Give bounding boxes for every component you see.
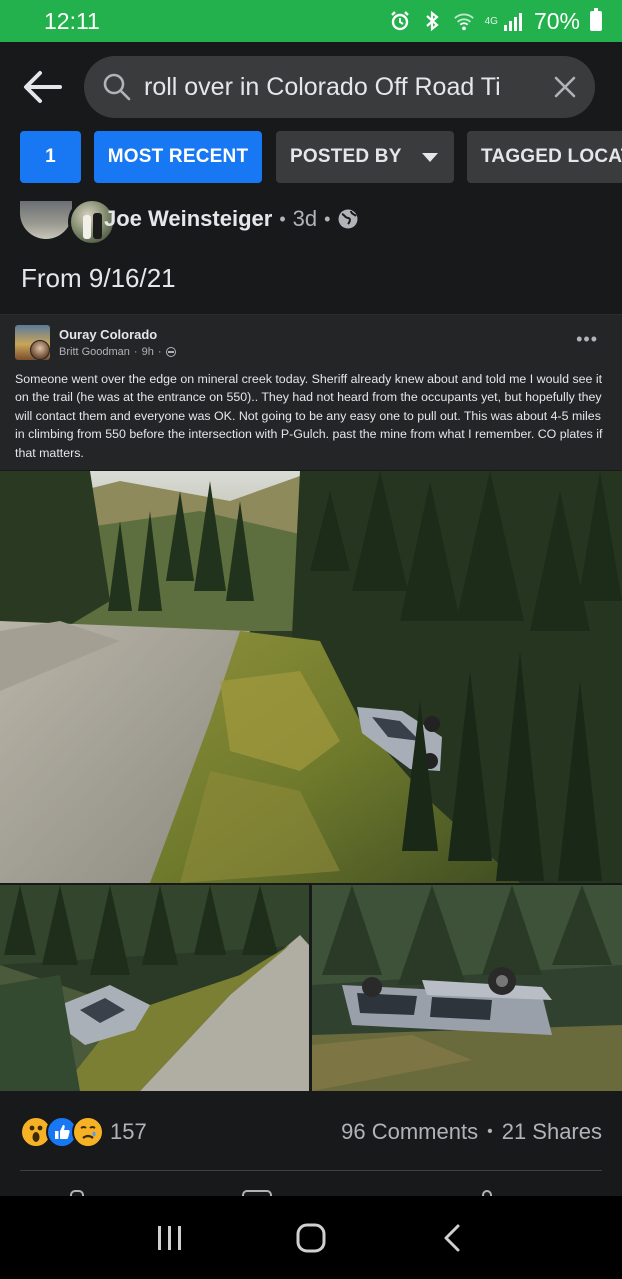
tagged-location-chip[interactable]: TAGGED LOCATION [467,131,622,183]
recent-apps-button[interactable] [140,1208,200,1268]
wifi-icon [453,10,475,32]
shared-post-header: Ouray Colorado Britt Goodman · 9h · ••• … [0,315,622,470]
more-options-icon: ••• [576,329,598,349]
post-header: Joe Weinsteiger • 3d • [0,196,622,246]
search-icon [103,73,131,101]
shares-count[interactable]: 21 Shares [502,1119,602,1145]
engagement-summary: 96 Comments • 21 Shares [341,1119,602,1145]
caret-down-icon [421,152,438,162]
search-header: roll over in Colorado Off Road Ti [0,42,622,132]
search-input[interactable]: roll over in Colorado Off Road Ti [84,56,595,118]
post-time[interactable]: 3d [293,206,317,232]
tagged-location-label: TAGGED LOCATION [481,146,622,167]
meta-separator: · [157,346,162,358]
search-query: roll over in Colorado Off Road Ti [144,72,501,101]
post-photo-main[interactable] [0,471,622,883]
sad-reaction-icon [72,1116,104,1148]
reaction-icons[interactable] [20,1116,106,1148]
meta-separator: • [324,208,331,229]
shared-post-meta: Britt Goodman · 9h · [59,346,176,358]
back-arrow-icon [24,71,62,103]
shared-post-body: Someone went over the edge on mineral cr… [15,372,603,460]
recent-apps-icon [158,1225,182,1250]
back-nav-button[interactable] [422,1208,482,1268]
author-name[interactable]: Joe Weinsteiger [104,206,272,232]
most-recent-chip[interactable]: MOST RECENT [94,131,262,183]
status-time: 12:11 [44,7,100,34]
avatar[interactable] [20,198,116,246]
back-button[interactable] [0,42,84,132]
group-avatar [15,325,50,360]
clear-search-button[interactable] [549,71,581,103]
home-button[interactable] [281,1208,341,1268]
globe-icon [338,209,358,229]
status-icons: 4G 70% [389,8,602,35]
network-type: 4G [484,15,498,27]
meta-separator: • [487,1123,493,1140]
close-icon [554,76,576,98]
group-name: Ouray Colorado [59,327,158,342]
shared-post-card[interactable]: Ouray Colorado Britt Goodman · 9h · ••• … [0,314,622,1091]
bluetooth-icon [421,10,443,32]
comments-count[interactable]: 96 Comments [341,1119,478,1145]
meta-separator: • [279,208,286,229]
divider [20,1170,602,1171]
avatar-back [20,201,72,239]
system-nav-bar [0,1196,622,1279]
filter-row: 1 MOST RECENT POSTED BY TAGGED LOCATION [0,131,622,185]
meta-separator: · [133,346,138,358]
reaction-count[interactable]: 157 [110,1119,147,1145]
filter-count-chip[interactable]: 1 [20,131,81,183]
shared-time: 9h [141,346,154,358]
posted-by-chip[interactable]: POSTED BY [276,131,454,183]
signal-icon [502,10,524,32]
battery-percent: 70% [533,7,580,34]
post-photo-right[interactable] [312,885,622,1091]
chevron-left-icon [444,1224,460,1251]
reactions-row: 157 96 Comments • 21 Shares [0,1110,622,1154]
post-text: From 9/16/21 [21,263,176,293]
filter-count-label: 1 [45,146,56,167]
post-meta: Joe Weinsteiger • 3d • [104,206,359,232]
posted-by-label: POSTED BY [290,146,402,167]
battery-icon [590,8,602,31]
group-privacy-icon [165,347,176,357]
alarm-icon [389,10,411,32]
status-bar: 12:11 4G 70% [0,0,622,42]
shared-author: Britt Goodman [59,346,130,358]
post-photo-left[interactable] [0,885,309,1091]
most-recent-label: MOST RECENT [107,146,249,167]
home-icon [296,1223,326,1252]
